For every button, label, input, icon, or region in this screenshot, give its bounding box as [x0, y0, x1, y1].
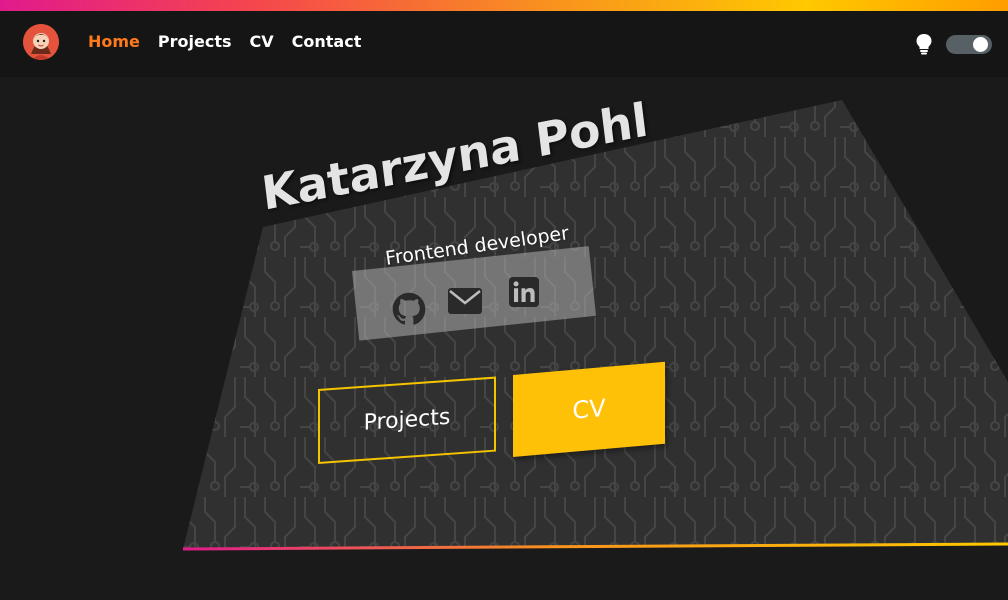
nav-projects-link[interactable]: Projects: [158, 32, 232, 51]
main-nav: Home Projects CV Contact: [88, 32, 361, 51]
top-gradient-bar: [0, 0, 1008, 11]
navbar: Home Projects CV Contact: [0, 11, 1008, 77]
cv-button-label: CV: [572, 393, 606, 425]
theme-toggle[interactable]: [946, 35, 992, 54]
avatar[interactable]: [23, 24, 59, 60]
toggle-knob: [973, 37, 988, 52]
linkedin-icon[interactable]: [509, 277, 539, 311]
mail-icon[interactable]: [447, 287, 483, 319]
nav-contact-link[interactable]: Contact: [292, 32, 362, 51]
lightbulb-icon: [914, 33, 934, 55]
nav-home-link[interactable]: Home: [88, 32, 140, 51]
nav-cv-link[interactable]: CV: [250, 32, 274, 51]
hero-section: Katarzyna Pohl Frontend developer Projec…: [0, 77, 1008, 600]
projects-button[interactable]: Projects: [318, 376, 496, 464]
projects-button-label: Projects: [363, 404, 451, 436]
github-icon[interactable]: [392, 292, 426, 330]
cv-button[interactable]: CV: [513, 361, 665, 457]
